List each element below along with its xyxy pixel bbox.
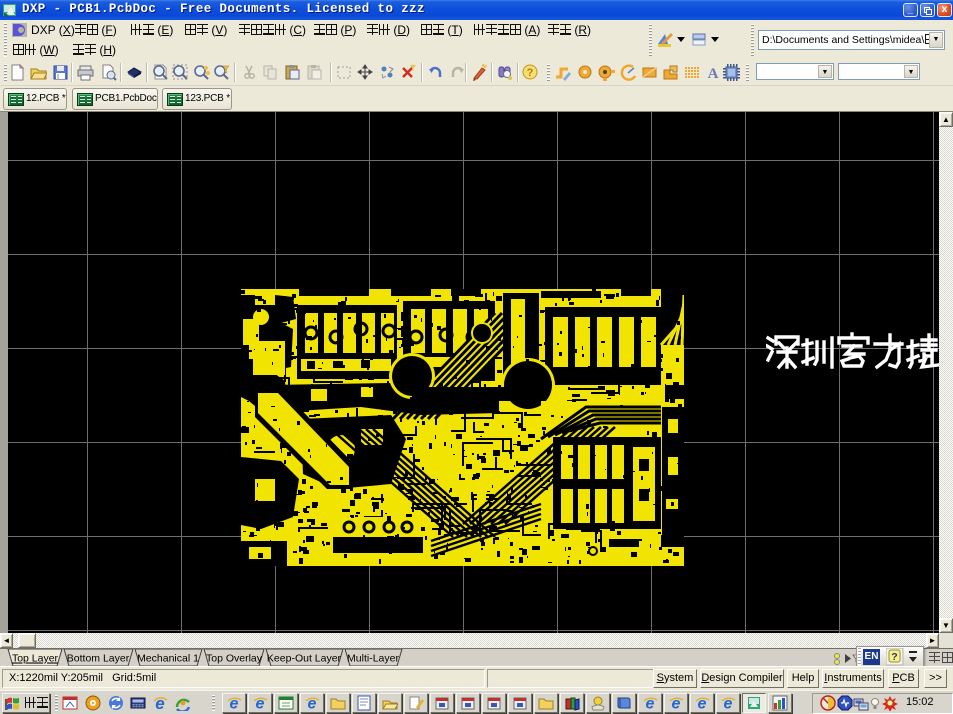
svg-text:Bottom Layer: Bottom Layer (67, 653, 130, 665)
svg-text:Top Overlay: Top Overlay (206, 653, 263, 665)
svg-text:?: ? (891, 651, 897, 663)
svg-text:?: ? (527, 67, 534, 79)
svg-text:Top Layer: Top Layer (12, 653, 59, 665)
svg-text:A: A (708, 66, 719, 81)
svg-text:Mechanical 1: Mechanical 1 (137, 653, 199, 665)
svg-text:Multi-Layer: Multi-Layer (347, 653, 399, 665)
svg-text:Keep-Out Layer: Keep-Out Layer (267, 653, 342, 665)
